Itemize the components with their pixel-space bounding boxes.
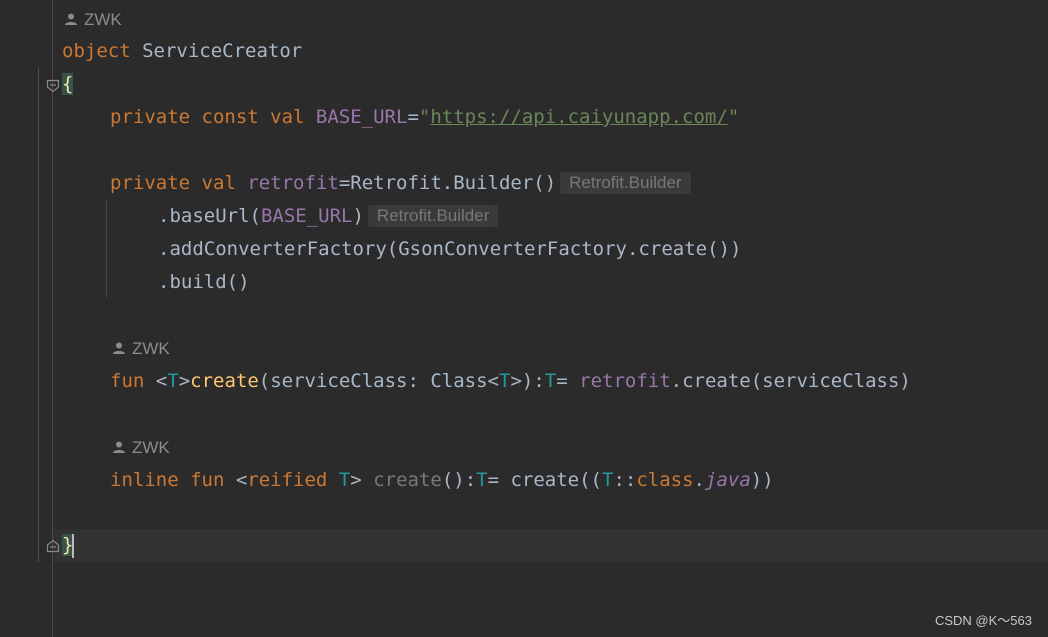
person-icon [113, 342, 125, 354]
angle-bracket: < [155, 370, 168, 392]
author-name: ZWK [84, 10, 122, 29]
code-line-9[interactable]: inline fun <reified T> create():T= creat… [110, 464, 774, 497]
code-line-7[interactable]: .build() [158, 266, 250, 299]
keyword: fun [110, 370, 145, 392]
property: BASE_URL [315, 106, 408, 128]
text-caret [72, 534, 74, 558]
url-link[interactable]: https://api.caiyunapp.com/ [430, 106, 727, 128]
operator: . [693, 469, 705, 491]
operator: = [407, 106, 419, 128]
type-hint: Retrofit.Builder [367, 205, 499, 227]
operator: :: [613, 469, 637, 491]
current-line-highlight [53, 529, 1048, 562]
person-icon [65, 13, 77, 25]
keyword: class [636, 469, 694, 491]
expression: =Retrofit.Builder() [338, 172, 557, 194]
property: BASE_URL [260, 205, 353, 227]
indent-guide [106, 200, 107, 298]
keyword: reified [247, 469, 328, 491]
angle-bracket: > [350, 469, 362, 491]
function-name: create [373, 469, 442, 491]
watermark: CSDN @K～563 [934, 613, 1032, 628]
type-param: T [167, 370, 179, 392]
object-name: ServiceCreator [142, 40, 303, 62]
open-brace: { [62, 73, 74, 95]
paren: )) [750, 469, 774, 491]
author-hint[interactable]: ZWK [64, 3, 122, 36]
property: java [705, 469, 751, 491]
code-line-1[interactable]: object ServiceCreator [62, 35, 302, 68]
type-param: T [499, 370, 511, 392]
quote: " [418, 106, 431, 128]
type-param: T [476, 469, 488, 491]
method-call: .addConverterFactory(GsonConverterFactor… [158, 238, 742, 260]
author-name: ZWK [132, 438, 170, 457]
method-call: .create(serviceClass) [670, 370, 911, 392]
expression: = create(( [487, 469, 602, 491]
person-icon [113, 441, 125, 453]
keyword: private val [110, 172, 236, 194]
keyword: inline fun [110, 469, 225, 491]
author-hint[interactable]: ZWK [112, 431, 170, 464]
paren: ) [352, 205, 364, 227]
params: (serviceClass: Class< [258, 370, 499, 392]
angle-bracket: > [178, 370, 191, 392]
operator: = [556, 370, 580, 392]
author-hint[interactable]: ZWK [112, 332, 170, 365]
method-call: .build() [158, 271, 250, 293]
quote: " [727, 106, 740, 128]
keyword: private const val [110, 106, 305, 128]
code-line-2[interactable]: { [62, 68, 74, 101]
author-name: ZWK [132, 339, 170, 358]
type-param: T [544, 370, 557, 392]
keyword: object [62, 40, 131, 62]
fold-close-icon[interactable] [46, 539, 60, 553]
angle-bracket: < [235, 469, 248, 491]
type-hint: Retrofit.Builder [560, 172, 691, 194]
code-line-5[interactable]: .baseUrl(BASE_URL) Retrofit.Builder [158, 200, 499, 233]
code-line-6[interactable]: .addConverterFactory(GsonConverterFactor… [158, 233, 741, 266]
code-line-8[interactable]: fun <T>create(serviceClass: Class<T>):T=… [110, 365, 911, 398]
function-name: create [190, 370, 259, 392]
params: (): [441, 469, 477, 491]
params: >): [510, 370, 545, 392]
method-call: .baseUrl( [158, 205, 261, 227]
fold-region-line [38, 68, 39, 562]
type-param: T [602, 469, 614, 491]
code-line-4[interactable]: private val retrofit=Retrofit.Builder() R… [110, 167, 691, 200]
type-param: T [338, 469, 351, 491]
property: retrofit [579, 370, 671, 392]
property: retrofit [247, 172, 339, 194]
code-line-3[interactable]: private const val BASE_URL="https://api.… [110, 101, 739, 134]
fold-open-icon[interactable] [46, 79, 60, 93]
